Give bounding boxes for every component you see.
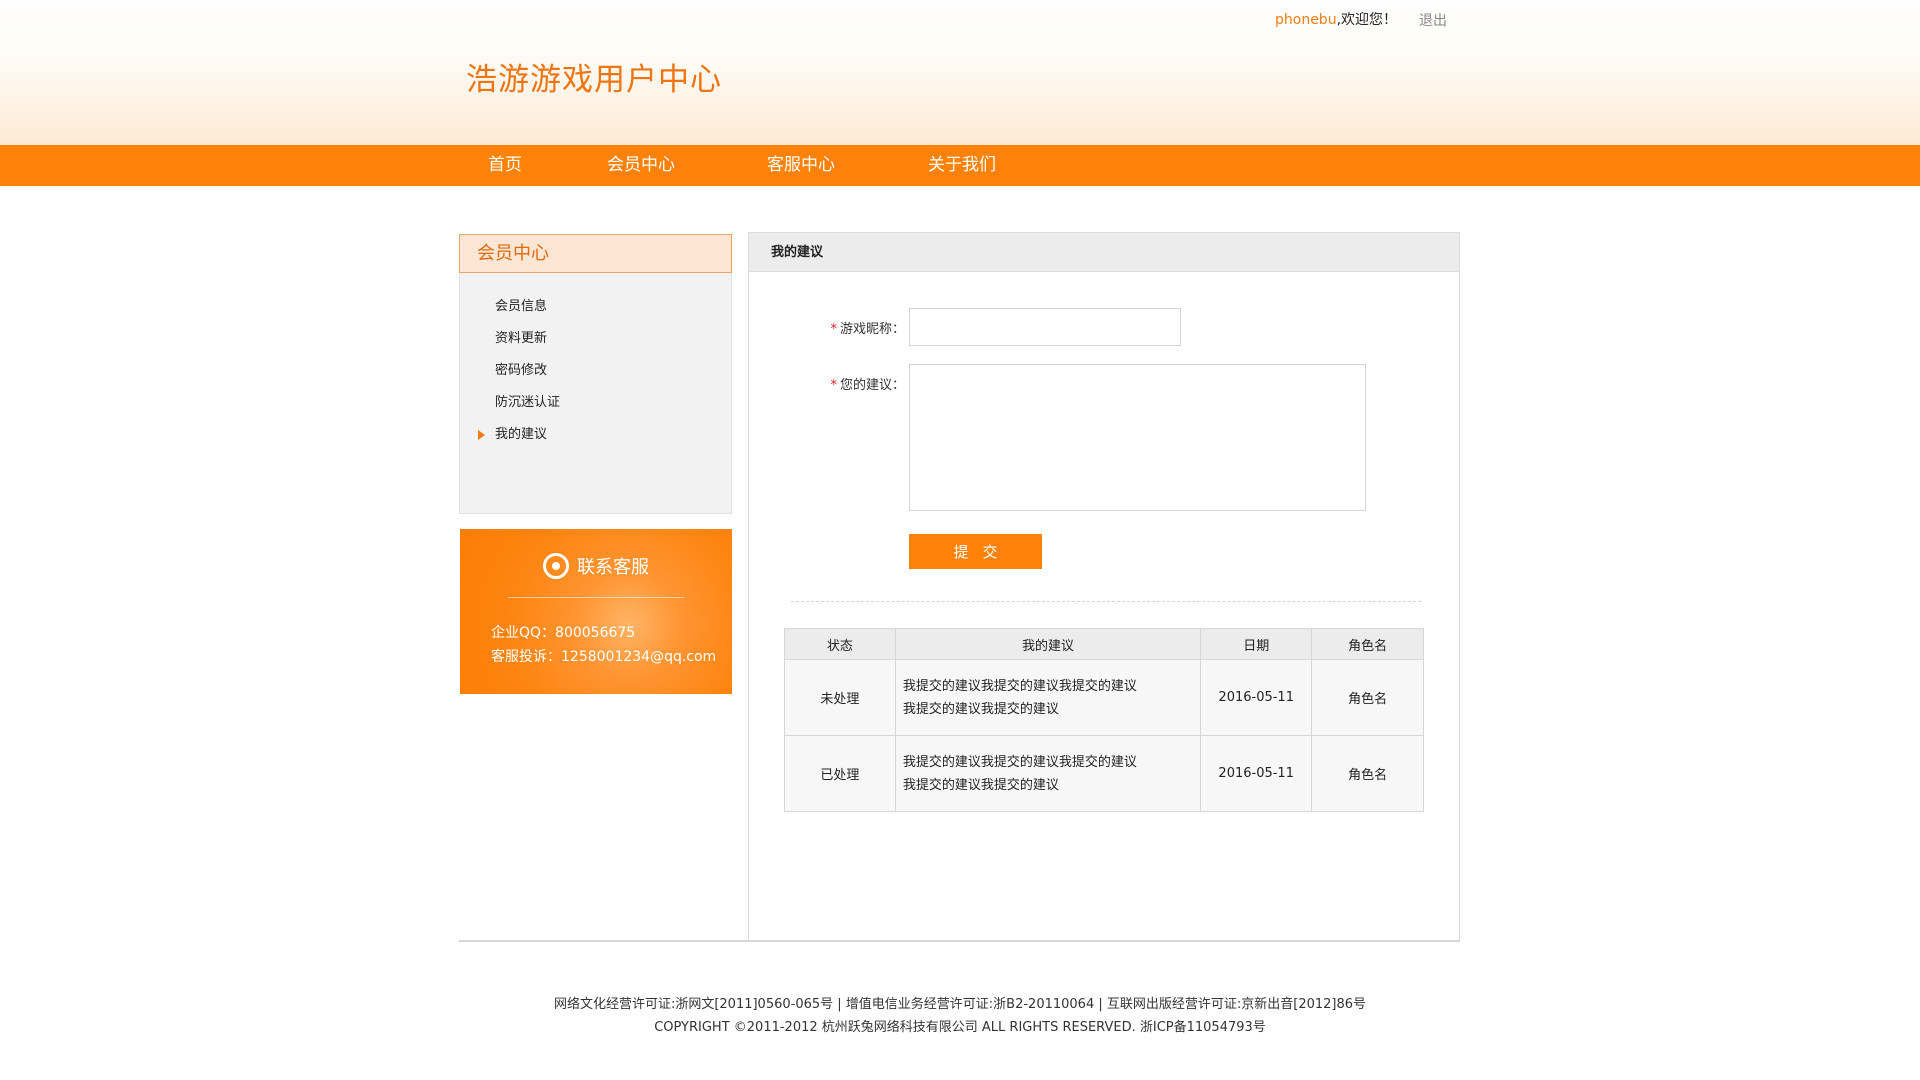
table-row: 已处理 我提交的建议我提交的建议我提交的建议 我提交的建议我提交的建议 2016… xyxy=(784,735,1424,812)
welcome-text: ,欢迎您！ xyxy=(1336,12,1398,28)
suggestion-label-text: 您的建议： xyxy=(839,378,905,393)
user-greeting: phonebu,欢迎您！ xyxy=(1275,9,1397,29)
site-title: 浩游游戏用户中心 xyxy=(466,62,722,98)
col-header-status: 状态 xyxy=(784,628,896,660)
contact-title: 联系客服 xyxy=(460,553,732,581)
suggestion-line: 我提交的建议我提交的建议我提交的建议 xyxy=(902,754,1137,770)
logout-link[interactable]: 退出 xyxy=(1419,10,1447,30)
sidebar-item-profile-update[interactable]: 资料更新 xyxy=(459,322,732,354)
role-cell: 角色名 xyxy=(1311,659,1424,736)
main-nav: 首页 会员中心 客服中心 关于我们 xyxy=(0,145,1920,186)
sidebar-item-my-suggestions[interactable]: 我的建议 xyxy=(459,418,732,450)
contact-title-label: 联系客服 xyxy=(577,557,649,578)
nickname-input[interactable] xyxy=(909,308,1181,346)
page-header: phonebu,欢迎您！ 退出 浩游游戏用户中心 xyxy=(0,0,1920,145)
nickname-label: * 游戏昵称： xyxy=(819,318,905,337)
panel-title: 我的建议 xyxy=(749,233,1459,272)
sidebar-item-password-change[interactable]: 密码修改 xyxy=(459,354,732,386)
sidebar-item-label: 防沉迷认证 xyxy=(495,395,561,410)
username-link[interactable]: phonebu xyxy=(1275,12,1337,28)
submit-button[interactable]: 提交 xyxy=(909,534,1042,569)
sidebar-title: 会员中心 xyxy=(459,234,732,273)
sidebar-item-label: 资料更新 xyxy=(495,331,548,346)
footer-copyright: COPYRIGHT ©2011-2012 杭州跃兔网络科技有限公司 ALL RI… xyxy=(654,1020,1266,1035)
suggestion-textarea[interactable] xyxy=(909,364,1366,511)
col-header-date: 日期 xyxy=(1200,628,1313,660)
sidebar-item-anti-addiction[interactable]: 防沉迷认证 xyxy=(459,386,732,418)
date-cell: 2016-05-11 xyxy=(1200,659,1313,736)
suggestion-cell: 我提交的建议我提交的建议我提交的建议 我提交的建议我提交的建议 xyxy=(894,659,1202,736)
sidebar-menu: 会员信息 资料更新 密码修改 防沉迷认证 我的建议 xyxy=(459,290,732,450)
nav-member-center[interactable]: 会员中心 xyxy=(607,145,675,186)
active-arrow-icon xyxy=(478,430,485,440)
date-cell: 2016-05-11 xyxy=(1200,735,1313,812)
footer-license: 网络文化经营许可证:浙网文[2011]0560-065号 | 增值电信业务经营许… xyxy=(553,997,1367,1012)
required-mark: * xyxy=(830,378,837,393)
suggestion-panel: 我的建议 * 游戏昵称： * 您的建议： 提交 状态 我的建议 日期 角色名 未处理… xyxy=(748,232,1460,941)
sidebar-item-label: 密码修改 xyxy=(495,363,548,378)
content-bottom-border xyxy=(459,940,1460,942)
suggestion-line: 我提交的建议我提交的建议 xyxy=(902,777,1059,793)
status-cell: 已处理 xyxy=(784,735,896,812)
required-mark: * xyxy=(830,322,837,337)
nav-customer-service[interactable]: 客服中心 xyxy=(767,145,835,186)
suggestion-line: 我提交的建议我提交的建议 xyxy=(902,701,1059,717)
sidebar-item-label: 会员信息 xyxy=(495,299,548,314)
sidebar-item-label: 我的建议 xyxy=(495,427,548,442)
headset-icon xyxy=(543,553,569,579)
table-row: 未处理 我提交的建议我提交的建议我提交的建议 我提交的建议我提交的建议 2016… xyxy=(784,659,1424,736)
suggestion-label: * 您的建议： xyxy=(819,374,905,393)
status-cell: 未处理 xyxy=(784,659,896,736)
nickname-label-text: 游戏昵称： xyxy=(839,322,905,337)
suggestion-cell: 我提交的建议我提交的建议我提交的建议 我提交的建议我提交的建议 xyxy=(894,735,1202,812)
contact-complaint: 客服投诉：1258001234@qq.com xyxy=(491,649,717,665)
divider xyxy=(791,601,1421,602)
suggestion-table: 状态 我的建议 日期 角色名 未处理 我提交的建议我提交的建议我提交的建议 我提… xyxy=(784,628,1424,812)
sidebar-item-member-info[interactable]: 会员信息 xyxy=(459,290,732,322)
nav-home[interactable]: 首页 xyxy=(488,145,522,186)
contact-service-box: 联系客服 企业QQ：800056675 客服投诉：1258001234@qq.c… xyxy=(460,529,732,694)
col-header-suggestion: 我的建议 xyxy=(894,628,1202,660)
table-header-row: 状态 我的建议 日期 角色名 xyxy=(784,628,1424,660)
role-cell: 角色名 xyxy=(1311,735,1424,812)
suggestion-line: 我提交的建议我提交的建议我提交的建议 xyxy=(902,678,1137,694)
contact-divider xyxy=(508,597,684,598)
contact-qq: 企业QQ：800056675 xyxy=(491,625,636,641)
nav-about-us[interactable]: 关于我们 xyxy=(928,145,996,186)
col-header-role: 角色名 xyxy=(1311,628,1424,660)
